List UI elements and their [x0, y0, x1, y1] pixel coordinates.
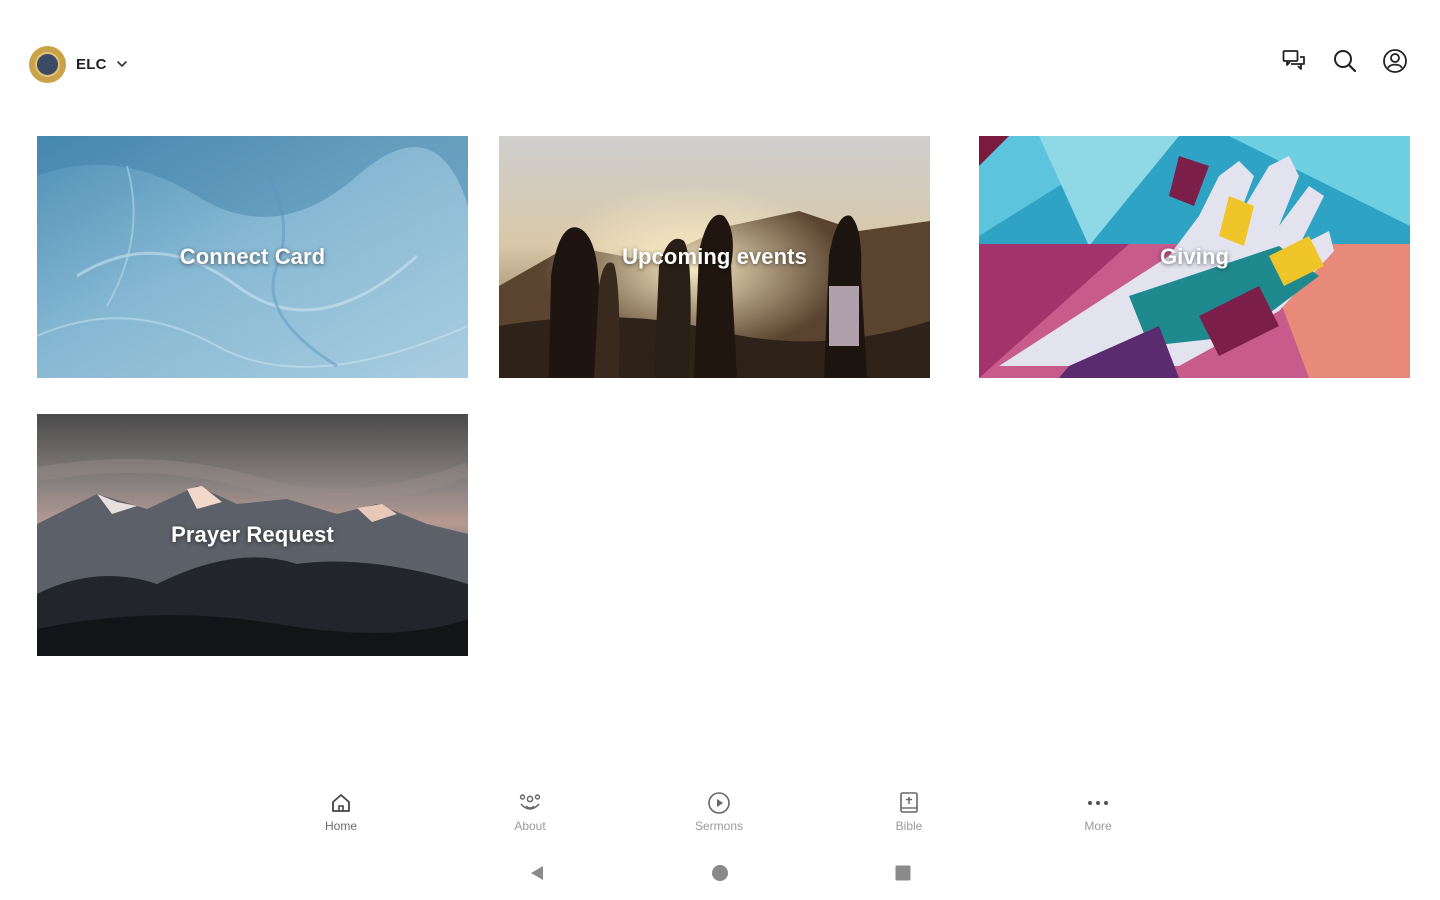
recents-button[interactable]: [889, 861, 917, 889]
system-navigation-bar: [0, 855, 1440, 895]
about-icon: [517, 790, 543, 816]
org-switcher[interactable]: ELC: [29, 45, 129, 83]
home-system-button[interactable]: [706, 861, 734, 889]
nav-label-more: More: [1084, 819, 1112, 833]
nav-label-home: Home: [324, 819, 357, 833]
home-circle-icon: [711, 864, 729, 887]
app-header: ELC: [0, 0, 1440, 128]
nav-item-bible[interactable]: Bible: [854, 790, 964, 840]
search-icon: [1332, 48, 1358, 79]
home-icon: [328, 790, 354, 816]
nav-item-home[interactable]: Home: [286, 790, 396, 840]
nav-label-about: About: [514, 819, 546, 833]
card-title: Upcoming events: [622, 244, 807, 269]
more-icon: [1085, 790, 1111, 816]
nav-item-sermons[interactable]: Sermons: [664, 790, 774, 840]
recents-icon: [894, 864, 912, 887]
nav-item-about[interactable]: About: [475, 790, 585, 840]
connect-card-tile[interactable]: Connect Card: [37, 136, 468, 378]
back-button[interactable]: [523, 861, 551, 889]
card-title: Prayer Request: [171, 522, 334, 547]
church-logo-avatar: [29, 45, 66, 83]
messages-button[interactable]: [1281, 47, 1309, 79]
prayer-request-tile[interactable]: Prayer Request: [37, 414, 468, 656]
upcoming-events-tile[interactable]: Upcoming events: [499, 136, 930, 378]
chevron-down-icon: [115, 57, 129, 71]
org-name: ELC: [76, 55, 107, 73]
bible-icon: [896, 790, 922, 816]
card-title: Connect Card: [179, 244, 326, 269]
chat-icon: [1282, 49, 1308, 78]
play-circle-icon: [706, 790, 732, 816]
giving-tile[interactable]: Giving: [979, 136, 1410, 378]
account-icon: [1382, 48, 1408, 79]
nav-label-sermons: Sermons: [694, 819, 744, 833]
nav-item-more[interactable]: More: [1043, 790, 1153, 840]
profile-button[interactable]: [1381, 47, 1409, 79]
back-icon: [528, 864, 546, 887]
card-title: Giving: [1159, 244, 1230, 269]
search-button[interactable]: [1331, 47, 1359, 79]
nav-label-bible: Bible: [895, 819, 923, 833]
bottom-navigation: Home About Sermons Bible More: [0, 780, 1440, 842]
